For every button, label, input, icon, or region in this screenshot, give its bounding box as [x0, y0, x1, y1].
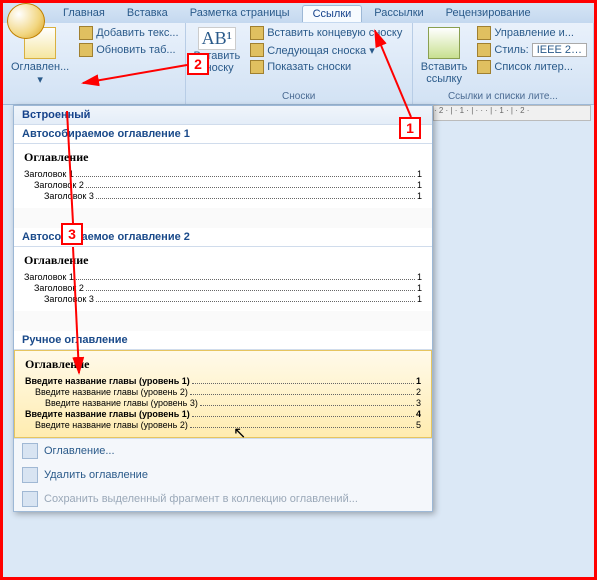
- bibliography-button[interactable]: Список литер...: [475, 59, 589, 75]
- office-button[interactable]: [7, 3, 45, 39]
- toc-heading2: Оглавление: [24, 253, 422, 268]
- add-text-icon: [79, 26, 93, 40]
- ribbon: Оглавлен... ▾ Добавить текс... Обновить …: [3, 23, 594, 105]
- tab-pagelayout[interactable]: Разметка страницы: [180, 5, 300, 21]
- builtin-header: Встроенный: [14, 106, 432, 125]
- toc-heading: Оглавление: [24, 150, 422, 165]
- toc-dropdown: Встроенный Автособираемое оглавление 1 О…: [13, 105, 433, 512]
- style-icon: [477, 43, 491, 57]
- manage-sources-button[interactable]: Управление и...: [475, 25, 589, 41]
- remove-toc-icon: [22, 467, 38, 483]
- callout-2: 2: [187, 53, 209, 75]
- add-text-button[interactable]: Добавить текс...: [77, 25, 180, 41]
- mouse-cursor: ↖: [233, 423, 246, 443]
- toc-heading3: Оглавление: [25, 357, 421, 372]
- auto2-preview[interactable]: Оглавление Заголовок 11 Заголовок 21 Заг…: [14, 247, 432, 311]
- show-footnotes-icon: [250, 60, 264, 74]
- update-icon: [79, 43, 93, 57]
- toc-label: Оглавлен...: [11, 61, 69, 73]
- style-select[interactable]: Стиль: IEEE 2…: [475, 42, 589, 58]
- ribbon-tabs: Главная Вставка Разметка страницы Ссылки…: [3, 3, 594, 23]
- footnotes-group-label: Сноски: [190, 90, 408, 102]
- auto1-header[interactable]: Автособираемое оглавление 1: [14, 125, 432, 144]
- callout-3: 3: [61, 223, 83, 245]
- citations-group-label: Ссылки и списки лите...: [417, 90, 589, 102]
- remove-toc-item[interactable]: Удалить оглавление: [14, 463, 432, 487]
- manage-icon: [477, 26, 491, 40]
- manual-header[interactable]: Ручное оглавление: [14, 331, 432, 350]
- ab-icon: AB¹: [198, 27, 236, 50]
- save-gallery-icon: [22, 491, 38, 507]
- next-footnote-button[interactable]: Следующая сноска ▾: [248, 42, 404, 58]
- toc-dialog-icon: [22, 443, 38, 459]
- tab-references[interactable]: Ссылки: [302, 5, 363, 22]
- endnote-icon: [250, 26, 264, 40]
- update-table-button[interactable]: Обновить таб...: [77, 42, 180, 58]
- next-footnote-icon: [250, 43, 264, 57]
- callout-1: 1: [399, 117, 421, 139]
- auto1-preview[interactable]: Оглавление Заголовок 11 Заголовок 21 Заг…: [14, 144, 432, 208]
- save-selection-item: Сохранить выделенный фрагмент в коллекци…: [14, 487, 432, 511]
- tab-review[interactable]: Рецензирование: [436, 5, 541, 21]
- toc-dialog-item[interactable]: Оглавление...: [14, 439, 432, 463]
- chevron-down-icon: ▾: [37, 73, 43, 86]
- show-footnotes-button[interactable]: Показать сноски: [248, 59, 404, 75]
- tab-insert[interactable]: Вставка: [117, 5, 178, 21]
- manual-preview[interactable]: Оглавление Введите название главы (урове…: [14, 350, 432, 438]
- insert-citation-button[interactable]: Вставить ссылку: [417, 25, 472, 87]
- tab-home[interactable]: Главная: [53, 5, 115, 21]
- ruler: · 2 · | · 1 · | · · · | · 1 · | · 2 ·: [433, 105, 591, 121]
- insert-endnote-button[interactable]: Вставить концевую сноску: [248, 25, 404, 41]
- tab-mailings[interactable]: Рассылки: [364, 5, 433, 21]
- dropdown-footer: Оглавление... Удалить оглавление Сохрани…: [14, 438, 432, 511]
- bib-icon: [477, 60, 491, 74]
- citation-icon: [428, 27, 460, 59]
